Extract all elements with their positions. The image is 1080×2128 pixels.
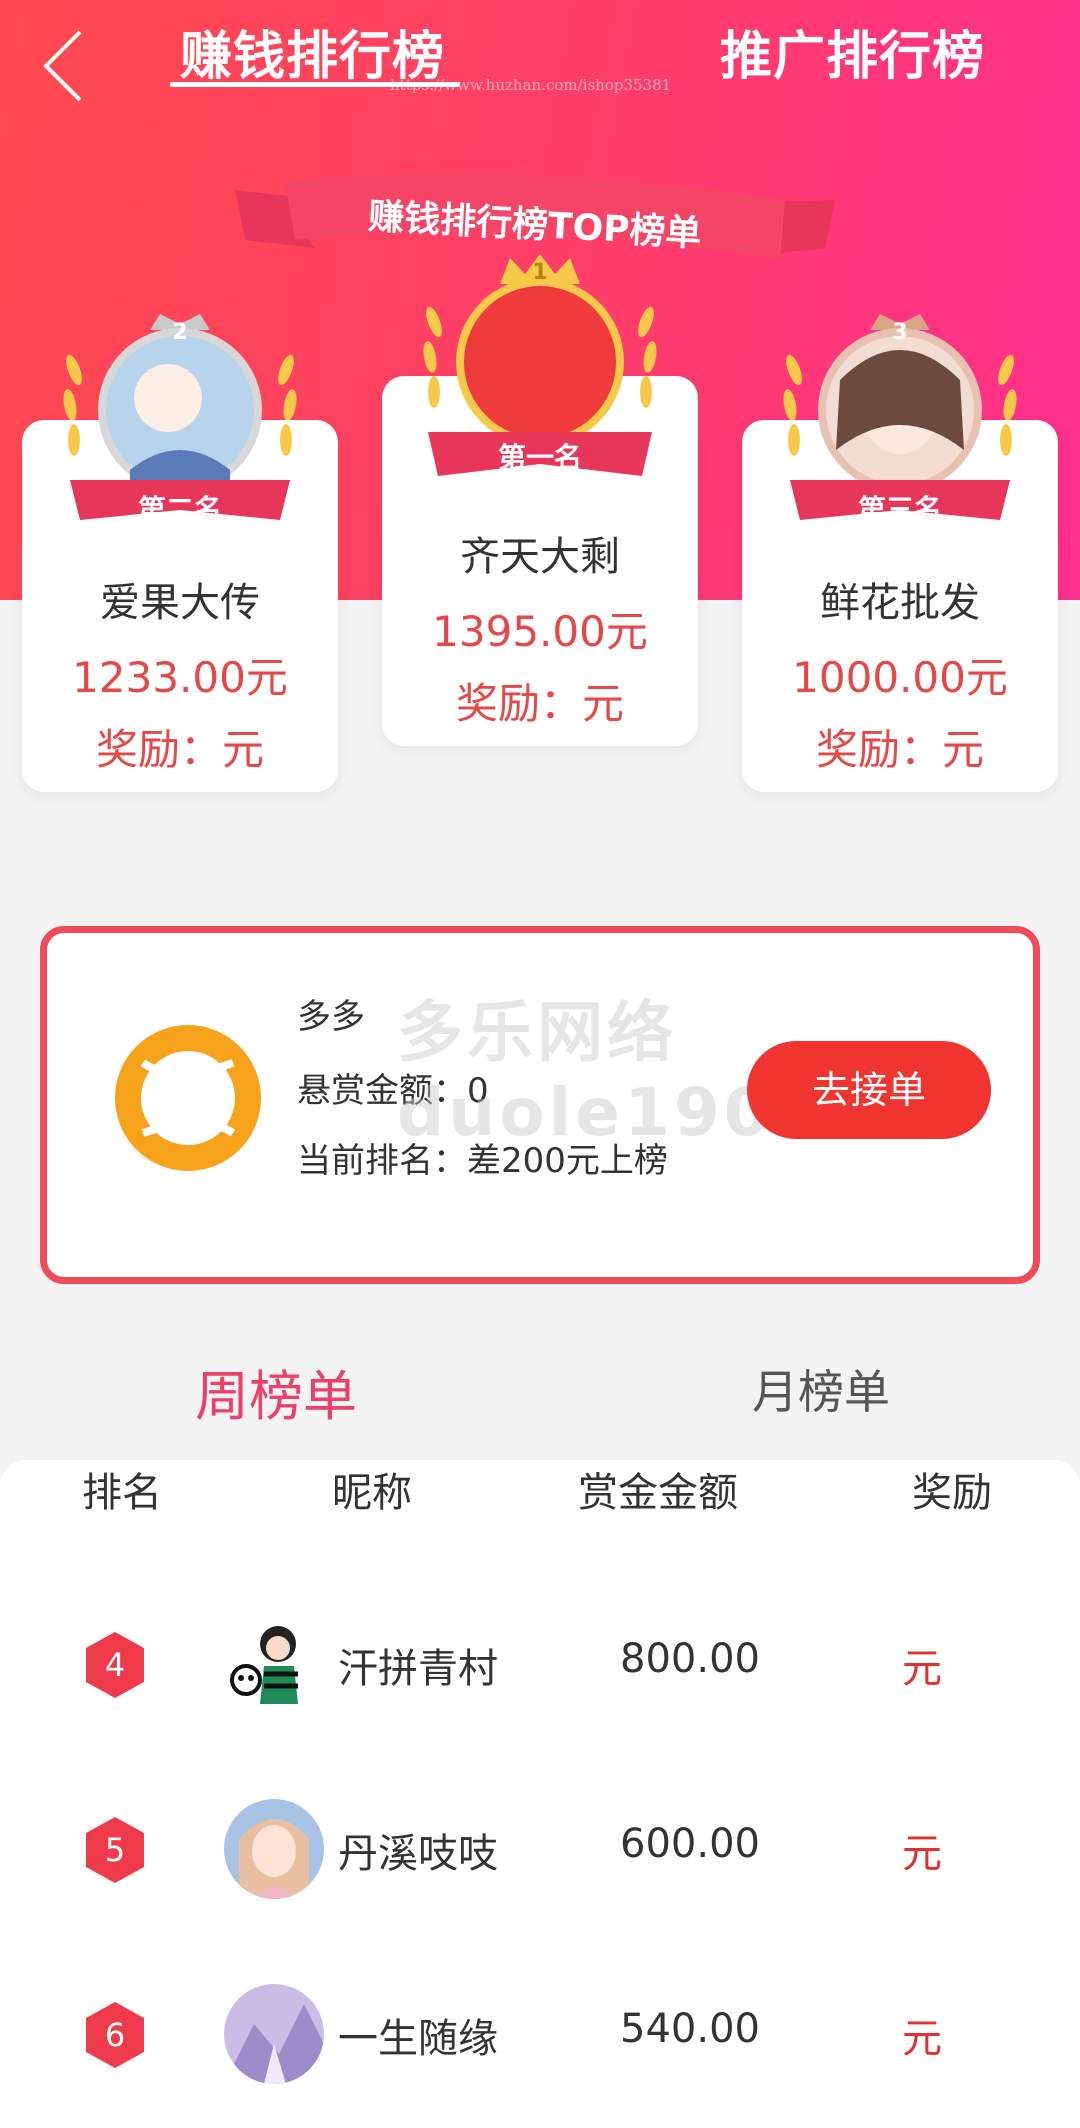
ranking-table: 排名 昵称 赏金金额 奖励 4 汗拼青村 800.00 元 5 丹溪吱吱 600… — [0, 1460, 1080, 2128]
medal-second: 2 第二名 — [60, 310, 300, 570]
watermark-url: https://www.huzhan.com/ishop35381 — [390, 76, 672, 94]
avatar[interactable] — [224, 1614, 324, 1714]
column-header-nickname: 昵称 — [332, 1470, 412, 1516]
avatar[interactable] — [224, 1799, 324, 1899]
podium-name: 齐天大剩 — [460, 534, 620, 580]
podium-amount: 1395.00元 — [432, 607, 648, 656]
my-name: 多多 — [297, 997, 365, 1037]
podium-reward: 奖励：元 — [95, 725, 264, 774]
podium-amount: 1000.00元 — [792, 653, 1008, 702]
table-row[interactable]: 4 汗拼青村 800.00 元 — [0, 1592, 1080, 1752]
laurel-wreath-icon — [783, 314, 1017, 520]
table-row[interactable]: 6 一生随缘 540.00 元 — [0, 1962, 1080, 2122]
podium-name: 爱果大传 — [100, 580, 260, 626]
tab-promo-ranking[interactable]: 推广排行榜 — [720, 14, 985, 89]
podium-reward: 奖励：元 — [455, 679, 624, 728]
row-amount: 540.00 — [620, 2006, 760, 2052]
medal-third: 3 第三名 — [780, 310, 1020, 570]
podium-amount: 1233.00元 — [72, 653, 288, 702]
rank-number: 4 — [104, 1646, 126, 1684]
column-header-rank: 排名 — [82, 1470, 162, 1516]
medal-number: 2 — [172, 320, 188, 345]
rank-number: 6 — [104, 2016, 126, 2054]
take-order-button[interactable]: 去接单 — [747, 1041, 991, 1139]
medal-label: 第三名 — [857, 493, 942, 526]
column-header-reward: 奖励 — [912, 1470, 992, 1516]
medal-number: 3 — [892, 320, 908, 345]
tab-monthly[interactable]: 月榜单 — [752, 1356, 890, 1422]
column-header-amount: 赏金金额 — [578, 1470, 738, 1516]
avatar[interactable] — [224, 1984, 324, 2084]
row-reward: 元 — [902, 2016, 942, 2062]
medal-number: 1 — [532, 260, 548, 285]
podium-name: 鲜花批发 — [820, 580, 980, 626]
tab-weekly[interactable]: 周榜单 — [195, 1352, 357, 1431]
row-reward: 元 — [902, 1831, 942, 1877]
app-logo-icon — [113, 1023, 263, 1173]
watermark-line: 多乐网络 — [397, 994, 677, 1071]
rank-badge: 6 — [84, 2000, 146, 2070]
rank-badge: 5 — [84, 1815, 146, 1885]
chevron-left-icon — [43, 30, 82, 102]
laurel-wreath-icon — [63, 314, 297, 520]
row-reward: 元 — [902, 1646, 942, 1692]
rank-number: 5 — [104, 1831, 126, 1869]
top-bar: 赚钱排行榜 推广排行榜 https://www.huzhan.com/ishop… — [0, 0, 1080, 102]
watermark-logo: 多乐网络 duole190 — [397, 993, 774, 1153]
table-row[interactable]: 5 丹溪吱吱 600.00 元 — [0, 1777, 1080, 1937]
row-nickname: 汗拼青村 — [338, 1646, 498, 1692]
row-nickname: 丹溪吱吱 — [338, 1831, 498, 1877]
back-button[interactable] — [38, 28, 98, 108]
medal-label: 第二名 — [137, 493, 222, 526]
my-ranking-card: 多多 悬赏金额：0 当前排名：差200元上榜 多乐网络 duole190 去接单 — [40, 926, 1040, 1284]
watermark-line: duole190 — [397, 1074, 774, 1151]
row-amount: 800.00 — [620, 1636, 760, 1682]
podium-reward: 奖励：元 — [815, 725, 984, 774]
rank-badge: 4 — [84, 1630, 146, 1700]
row-nickname: 一生随缘 — [338, 2016, 498, 2062]
medal-first: 1 第一名 — [420, 252, 660, 522]
medal-label: 第一名 — [497, 441, 582, 474]
row-amount: 600.00 — [620, 1821, 760, 1867]
laurel-wreath-icon — [423, 254, 657, 476]
